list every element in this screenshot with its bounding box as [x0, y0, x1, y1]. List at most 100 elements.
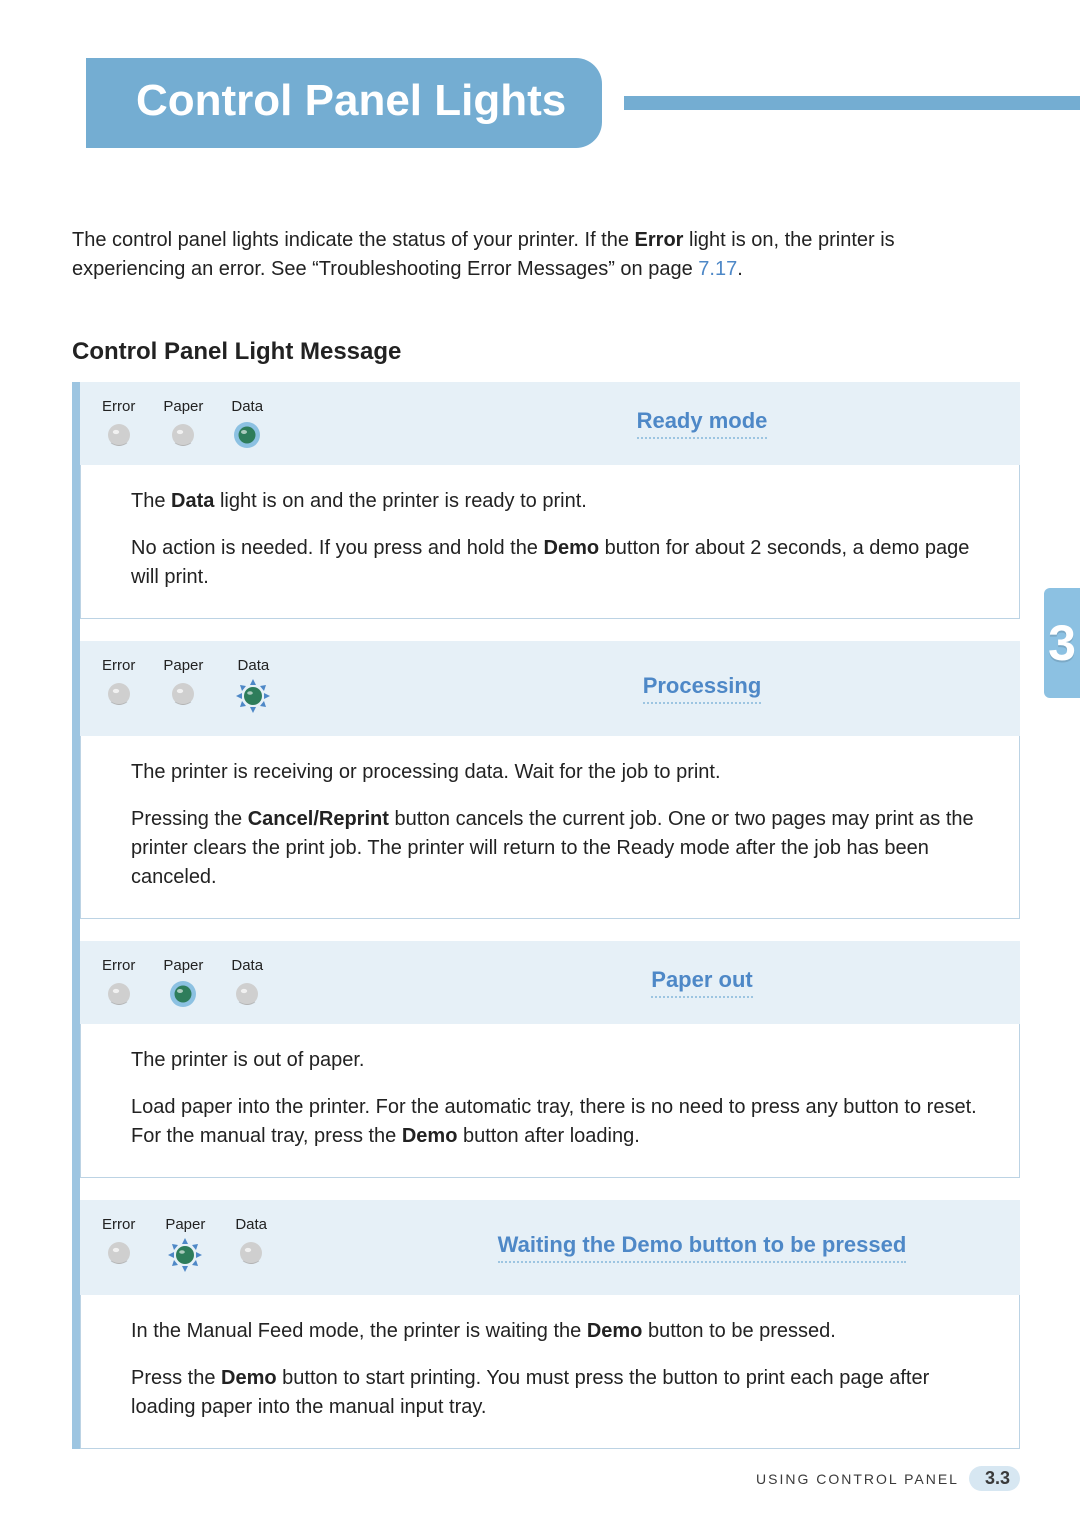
lights-group: Error Paper Data [102, 1216, 402, 1279]
section-subheading: Control Panel Light Message [72, 338, 1020, 366]
light-cell: Paper [163, 1216, 207, 1279]
paper-led-icon [169, 980, 197, 1008]
status-body: The printer is receiving or processing d… [80, 736, 1020, 919]
status-body: The Data light is on and the printer is … [80, 465, 1020, 619]
paper-led-icon [169, 421, 197, 449]
body-text: The printer is receiving or processing d… [131, 761, 721, 783]
intro-text-3: . [737, 258, 743, 280]
error-led-icon [105, 980, 133, 1008]
body-bold: Cancel/Reprint [248, 808, 389, 830]
body-paragraph: The Data light is on and the printer is … [131, 487, 989, 516]
light-label: Paper [163, 398, 203, 415]
body-bold: Demo [402, 1125, 458, 1147]
intro-bold: Error [635, 229, 684, 251]
light-cell: Error [102, 1216, 135, 1279]
page-heading-pill: Control Panel Lights [86, 58, 602, 148]
paper-led-icon [163, 1235, 207, 1279]
footer-page-number: 3.3 [985, 1468, 1010, 1489]
body-text: The printer is out of paper. [131, 1049, 364, 1071]
data-led-icon [233, 421, 261, 449]
intro-page-link[interactable]: 7.17 [698, 258, 737, 280]
status-section-header: Error Paper Data Ready mode [80, 382, 1020, 465]
data-led-icon [237, 1239, 265, 1267]
light-cell: Paper [163, 398, 203, 449]
light-label: Data [235, 1216, 267, 1233]
light-label: Paper [163, 657, 203, 674]
heading-tail [624, 96, 1080, 110]
body-bold: Data [171, 490, 214, 512]
status-section: Error Paper Data [80, 1200, 1020, 1449]
body-paragraph: The printer is out of paper. [131, 1046, 989, 1075]
body-text: No action is needed. If you press and ho… [131, 537, 544, 559]
light-label: Data [238, 657, 270, 674]
light-cell: Data [231, 398, 263, 449]
light-cell: Paper [163, 957, 203, 1008]
body-text: In the Manual Feed mode, the printer is … [131, 1320, 587, 1342]
chapter-tab: 3 [1044, 588, 1080, 698]
page-heading-bar: Control Panel Lights [72, 58, 1020, 148]
light-cell: Data [231, 657, 275, 720]
body-text: button after loading. [457, 1125, 639, 1147]
status-section-header: Error Paper Data Paper out [80, 941, 1020, 1024]
light-label: Error [102, 657, 135, 674]
paper-led-icon [169, 680, 197, 708]
error-led-icon [105, 421, 133, 449]
footer-page-badge: 3.3 [969, 1466, 1020, 1491]
chapter-number: 3 [1048, 614, 1076, 672]
status-title: Ready mode [637, 408, 768, 439]
intro-paragraph: The control panel lights indicate the st… [72, 226, 1010, 284]
light-label: Data [231, 398, 263, 415]
body-paragraph: Press the Demo button to start printing.… [131, 1364, 989, 1422]
body-text: button to be pressed. [642, 1320, 835, 1342]
light-label: Paper [163, 957, 203, 974]
light-label: Error [102, 398, 135, 415]
light-label: Data [231, 957, 263, 974]
status-title-wrap: Waiting the Demo button to be pressed [402, 1232, 1002, 1263]
light-message-table: Error Paper Data Ready mode The Data lig… [72, 382, 1020, 1449]
data-led-icon [231, 676, 275, 720]
status-section-header: Error Paper Data [80, 1200, 1020, 1295]
status-title-wrap: Paper out [402, 967, 1002, 998]
light-label: Error [102, 1216, 135, 1233]
light-cell: Error [102, 398, 135, 449]
body-bold: Demo [221, 1367, 277, 1389]
body-text: light is on and the printer is ready to … [214, 490, 586, 512]
data-led-icon [233, 980, 261, 1008]
page-footer: USING CONTROL PANEL 3.3 [756, 1466, 1020, 1491]
status-title-wrap: Processing [402, 673, 1002, 704]
lights-group: Error Paper Data [102, 398, 402, 449]
footer-text: USING CONTROL PANEL [756, 1471, 959, 1487]
light-cell: Error [102, 957, 135, 1008]
error-led-icon [105, 1239, 133, 1267]
page-heading: Control Panel Lights [136, 76, 566, 125]
body-text: Press the [131, 1367, 221, 1389]
status-title-wrap: Ready mode [402, 408, 1002, 439]
light-cell: Data [235, 1216, 267, 1279]
body-paragraph: Pressing the Cancel/Reprint button cance… [131, 805, 989, 892]
light-cell: Error [102, 657, 135, 720]
body-text: The [131, 490, 171, 512]
status-body: In the Manual Feed mode, the printer is … [80, 1295, 1020, 1449]
light-cell: Data [231, 957, 263, 1008]
light-label: Error [102, 957, 135, 974]
status-body: The printer is out of paper. Load paper i… [80, 1024, 1020, 1178]
lights-group: Error Paper Data [102, 957, 402, 1008]
body-bold: Demo [544, 537, 600, 559]
light-label: Paper [165, 1216, 205, 1233]
status-section: Error Paper Data [80, 641, 1020, 919]
status-section: Error Paper Data Paper out The printer i… [80, 941, 1020, 1178]
body-paragraph: No action is needed. If you press and ho… [131, 534, 989, 592]
body-paragraph: Load paper into the printer. For the aut… [131, 1093, 989, 1151]
body-paragraph: In the Manual Feed mode, the printer is … [131, 1317, 989, 1346]
status-title: Paper out [651, 967, 752, 998]
body-paragraph: The printer is receiving or processing d… [131, 758, 989, 787]
status-title: Waiting the Demo button to be pressed [498, 1232, 907, 1263]
status-section-header: Error Paper Data [80, 641, 1020, 736]
light-cell: Paper [163, 657, 203, 720]
intro-text: The control panel lights indicate the st… [72, 229, 635, 251]
body-text: Pressing the [131, 808, 248, 830]
status-title: Processing [643, 673, 762, 704]
body-bold: Demo [587, 1320, 643, 1342]
error-led-icon [105, 680, 133, 708]
status-section: Error Paper Data Ready mode The Data lig… [80, 382, 1020, 619]
